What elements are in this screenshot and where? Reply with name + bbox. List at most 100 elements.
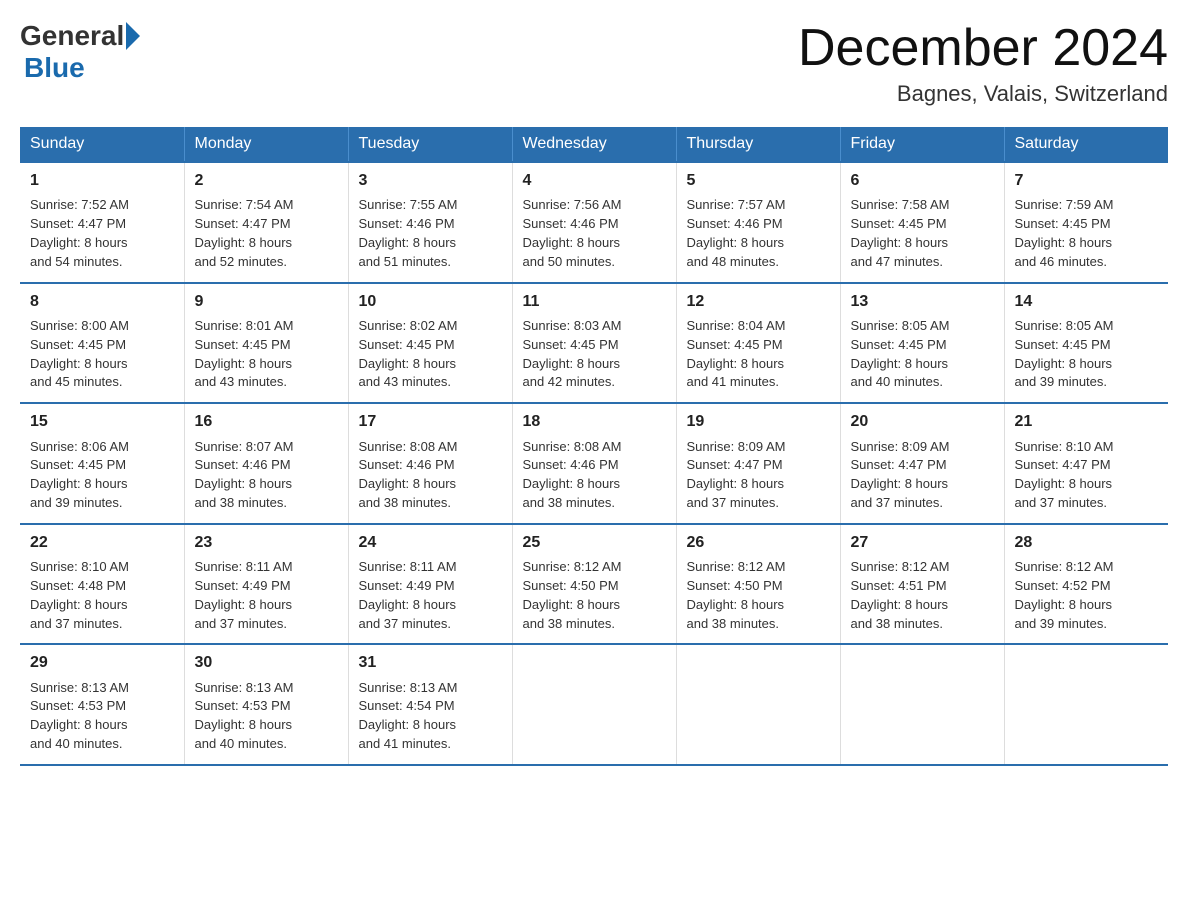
day-number: 18: [523, 410, 666, 433]
page-header: General Blue December 2024 Bagnes, Valai…: [20, 20, 1168, 107]
day-cell: [840, 644, 1004, 765]
week-row-2: 8Sunrise: 8:00 AM Sunset: 4:45 PM Daylig…: [20, 283, 1168, 404]
day-info: Sunrise: 8:10 AM Sunset: 4:47 PM Dayligh…: [1015, 438, 1159, 513]
day-info: Sunrise: 8:13 AM Sunset: 4:54 PM Dayligh…: [359, 679, 502, 754]
day-number: 17: [359, 410, 502, 433]
day-cell: 8Sunrise: 8:00 AM Sunset: 4:45 PM Daylig…: [20, 283, 184, 404]
header-monday: Monday: [184, 127, 348, 162]
logo-blue-text: Blue: [24, 52, 85, 83]
day-info: Sunrise: 8:09 AM Sunset: 4:47 PM Dayligh…: [851, 438, 994, 513]
day-info: Sunrise: 8:02 AM Sunset: 4:45 PM Dayligh…: [359, 317, 502, 392]
day-info: Sunrise: 8:13 AM Sunset: 4:53 PM Dayligh…: [30, 679, 174, 754]
day-cell: 16 Sunrise: 8:07 AM Sunset: 4:46 PM Dayli…: [184, 403, 348, 524]
day-cell: 31 Sunrise: 8:13 AM Sunset: 4:54 PM Dayli…: [348, 644, 512, 765]
day-cell: 6 Sunrise: 7:58 AM Sunset: 4:45 PM Daylig…: [840, 162, 1004, 283]
day-cell: [512, 644, 676, 765]
day-number: 19: [687, 410, 830, 433]
day-cell: 10 Sunrise: 8:02 AM Sunset: 4:45 PM Dayli…: [348, 283, 512, 404]
day-info: Sunrise: 7:58 AM Sunset: 4:45 PM Dayligh…: [851, 196, 994, 271]
day-cell: 21 Sunrise: 8:10 AM Sunset: 4:47 PM Dayli…: [1004, 403, 1168, 524]
day-number: 7: [1015, 169, 1159, 192]
day-cell: 12 Sunrise: 8:04 AM Sunset: 4:45 PM Dayli…: [676, 283, 840, 404]
day-cell: [676, 644, 840, 765]
calendar-table: SundayMondayTuesdayWednesdayThursdayFrid…: [20, 127, 1168, 766]
day-cell: 1 Sunrise: 7:52 AM Sunset: 4:47 PM Daylig…: [20, 162, 184, 283]
day-number: 12: [687, 290, 830, 313]
day-cell: 20Sunrise: 8:09 AM Sunset: 4:47 PM Dayli…: [840, 403, 1004, 524]
day-cell: 9 Sunrise: 8:01 AM Sunset: 4:45 PM Daylig…: [184, 283, 348, 404]
day-number: 13: [851, 290, 994, 313]
location: Bagnes, Valais, Switzerland: [798, 81, 1168, 107]
day-cell: 7 Sunrise: 7:59 AM Sunset: 4:45 PM Daylig…: [1004, 162, 1168, 283]
day-info: Sunrise: 8:08 AM Sunset: 4:46 PM Dayligh…: [359, 438, 502, 513]
day-cell: 5 Sunrise: 7:57 AM Sunset: 4:46 PM Daylig…: [676, 162, 840, 283]
header-saturday: Saturday: [1004, 127, 1168, 162]
day-number: 21: [1015, 410, 1159, 433]
day-info: Sunrise: 8:08 AM Sunset: 4:46 PM Dayligh…: [523, 438, 666, 513]
day-cell: 15 Sunrise: 8:06 AM Sunset: 4:45 PM Dayli…: [20, 403, 184, 524]
day-number: 30: [195, 651, 338, 674]
day-info: Sunrise: 7:59 AM Sunset: 4:45 PM Dayligh…: [1015, 196, 1159, 271]
week-row-3: 15 Sunrise: 8:06 AM Sunset: 4:45 PM Dayli…: [20, 403, 1168, 524]
day-cell: 23Sunrise: 8:11 AM Sunset: 4:49 PM Dayli…: [184, 524, 348, 645]
day-cell: 28Sunrise: 8:12 AM Sunset: 4:52 PM Dayli…: [1004, 524, 1168, 645]
day-number: 14: [1015, 290, 1159, 313]
day-number: 26: [687, 531, 830, 554]
day-info: Sunrise: 8:01 AM Sunset: 4:45 PM Dayligh…: [195, 317, 338, 392]
day-number: 6: [851, 169, 994, 192]
day-info: Sunrise: 8:04 AM Sunset: 4:45 PM Dayligh…: [687, 317, 830, 392]
day-number: 10: [359, 290, 502, 313]
week-row-1: 1 Sunrise: 7:52 AM Sunset: 4:47 PM Daylig…: [20, 162, 1168, 283]
day-info: Sunrise: 8:11 AM Sunset: 4:49 PM Dayligh…: [195, 558, 338, 633]
day-info: Sunrise: 8:12 AM Sunset: 4:50 PM Dayligh…: [523, 558, 666, 633]
day-number: 4: [523, 169, 666, 192]
day-info: Sunrise: 7:54 AM Sunset: 4:47 PM Dayligh…: [195, 196, 338, 271]
day-info: Sunrise: 8:05 AM Sunset: 4:45 PM Dayligh…: [1015, 317, 1159, 392]
header-tuesday: Tuesday: [348, 127, 512, 162]
day-number: 1: [30, 169, 174, 192]
day-cell: 25 Sunrise: 8:12 AM Sunset: 4:50 PM Dayli…: [512, 524, 676, 645]
month-title: December 2024: [798, 20, 1168, 77]
day-number: 29: [30, 651, 174, 674]
day-number: 3: [359, 169, 502, 192]
logo: General Blue: [20, 20, 142, 84]
day-info: Sunrise: 8:07 AM Sunset: 4:46 PM Dayligh…: [195, 438, 338, 513]
header-row: SundayMondayTuesdayWednesdayThursdayFrid…: [20, 127, 1168, 162]
day-cell: 13 Sunrise: 8:05 AM Sunset: 4:45 PM Dayli…: [840, 283, 1004, 404]
day-number: 22: [30, 531, 174, 554]
day-info: Sunrise: 7:52 AM Sunset: 4:47 PM Dayligh…: [30, 196, 174, 271]
day-number: 27: [851, 531, 994, 554]
day-number: 5: [687, 169, 830, 192]
day-cell: 26 Sunrise: 8:12 AM Sunset: 4:50 PM Dayli…: [676, 524, 840, 645]
day-number: 25: [523, 531, 666, 554]
week-row-4: 22 Sunrise: 8:10 AM Sunset: 4:48 PM Dayli…: [20, 524, 1168, 645]
day-info: Sunrise: 8:06 AM Sunset: 4:45 PM Dayligh…: [30, 438, 174, 513]
day-info: Sunrise: 8:05 AM Sunset: 4:45 PM Dayligh…: [851, 317, 994, 392]
day-info: Sunrise: 7:56 AM Sunset: 4:46 PM Dayligh…: [523, 196, 666, 271]
title-area: December 2024 Bagnes, Valais, Switzerlan…: [798, 20, 1168, 107]
header-friday: Friday: [840, 127, 1004, 162]
day-cell: 24Sunrise: 8:11 AM Sunset: 4:49 PM Dayli…: [348, 524, 512, 645]
day-cell: 22 Sunrise: 8:10 AM Sunset: 4:48 PM Dayli…: [20, 524, 184, 645]
day-cell: 18 Sunrise: 8:08 AM Sunset: 4:46 PM Dayli…: [512, 403, 676, 524]
header-thursday: Thursday: [676, 127, 840, 162]
day-info: Sunrise: 8:10 AM Sunset: 4:48 PM Dayligh…: [30, 558, 174, 633]
day-number: 9: [195, 290, 338, 313]
day-cell: 27Sunrise: 8:12 AM Sunset: 4:51 PM Dayli…: [840, 524, 1004, 645]
day-info: Sunrise: 8:12 AM Sunset: 4:50 PM Dayligh…: [687, 558, 830, 633]
day-cell: [1004, 644, 1168, 765]
day-number: 28: [1015, 531, 1159, 554]
day-cell: 11Sunrise: 8:03 AM Sunset: 4:45 PM Dayli…: [512, 283, 676, 404]
day-cell: 2Sunrise: 7:54 AM Sunset: 4:47 PM Daylig…: [184, 162, 348, 283]
header-wednesday: Wednesday: [512, 127, 676, 162]
day-cell: 4 Sunrise: 7:56 AM Sunset: 4:46 PM Daylig…: [512, 162, 676, 283]
logo-general-text: General: [20, 20, 124, 52]
day-info: Sunrise: 7:57 AM Sunset: 4:46 PM Dayligh…: [687, 196, 830, 271]
header-sunday: Sunday: [20, 127, 184, 162]
day-number: 16: [195, 410, 338, 433]
day-info: Sunrise: 8:09 AM Sunset: 4:47 PM Dayligh…: [687, 438, 830, 513]
day-cell: 19 Sunrise: 8:09 AM Sunset: 4:47 PM Dayli…: [676, 403, 840, 524]
day-number: 24: [359, 531, 502, 554]
day-number: 15: [30, 410, 174, 433]
day-number: 31: [359, 651, 502, 674]
